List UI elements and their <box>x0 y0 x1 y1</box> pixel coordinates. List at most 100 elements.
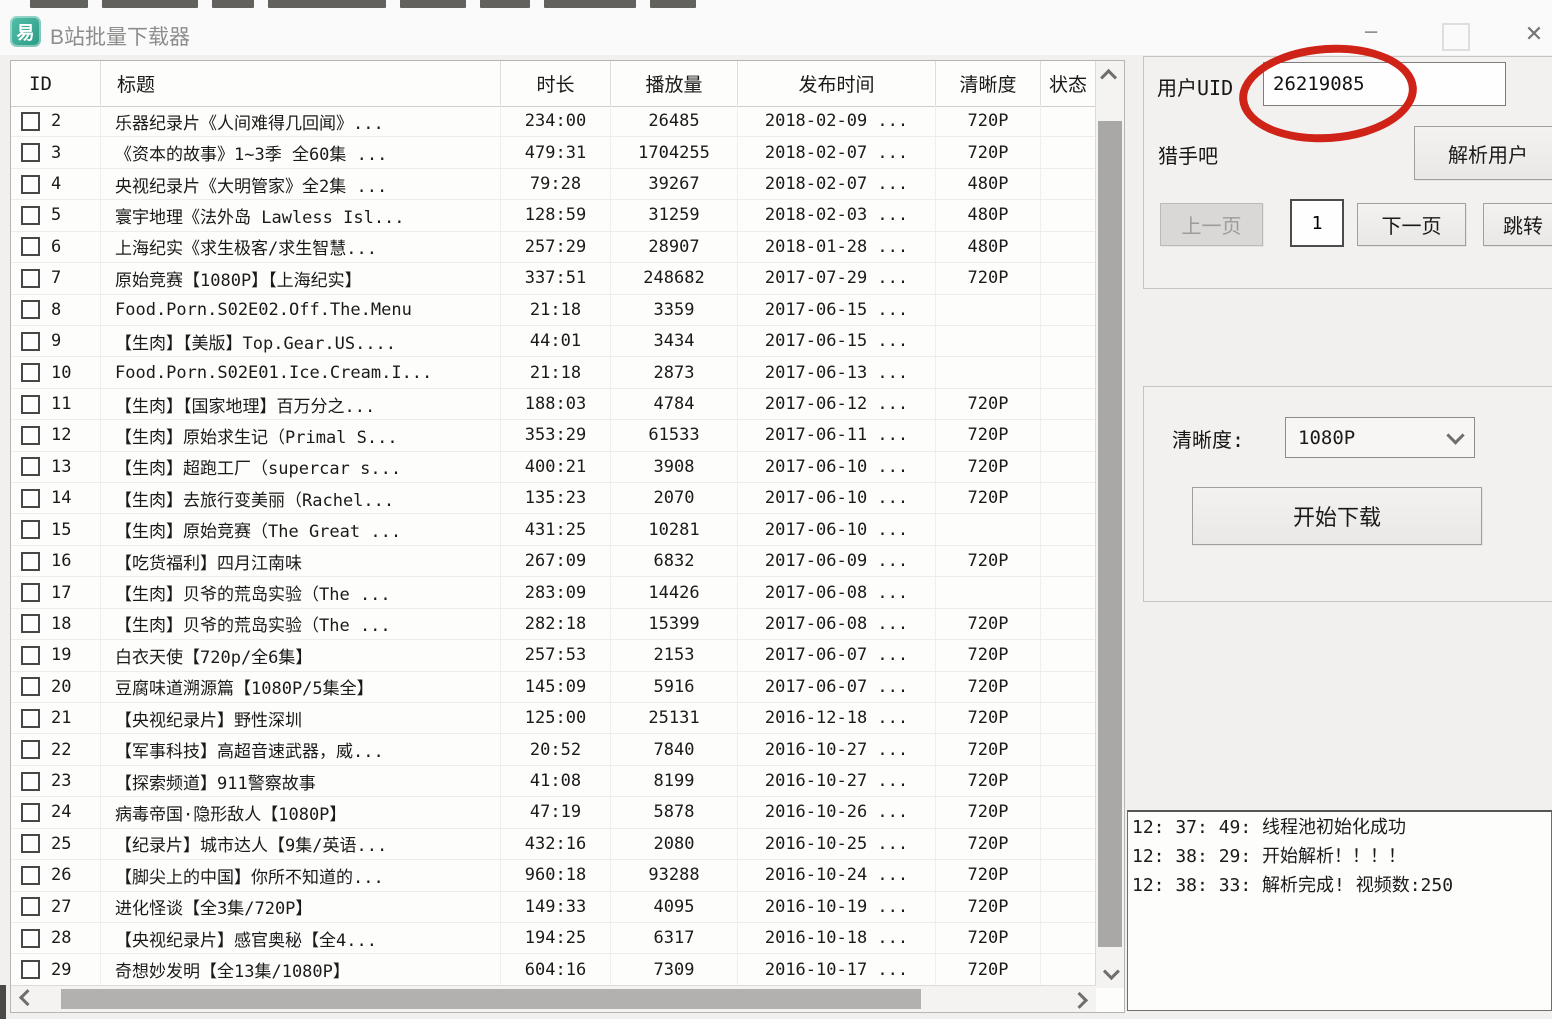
jump-page-button[interactable]: 跳转 <box>1483 203 1552 246</box>
row-status <box>1041 514 1096 544</box>
row-duration: 432:16 <box>501 829 611 859</box>
table-row[interactable]: 27进化怪谈【全3集/720P】149:3340952016-10-19 ...… <box>11 892 1096 923</box>
row-checkbox[interactable] <box>21 677 40 696</box>
row-plays: 14426 <box>611 577 738 607</box>
row-checkbox[interactable] <box>21 395 40 414</box>
row-date: 2017-06-08 ... <box>738 609 936 639</box>
row-checkbox[interactable] <box>21 740 40 759</box>
row-id: 8 <box>51 300 61 320</box>
row-checkbox[interactable] <box>21 709 40 728</box>
table-row[interactable]: 17【生肉】贝爷的荒岛实验（The ...283:09144262017-06-… <box>11 577 1096 608</box>
uid-input[interactable] <box>1263 62 1506 106</box>
row-checkbox[interactable] <box>21 520 40 539</box>
prev-page-button[interactable]: 上一页 <box>1160 203 1263 246</box>
row-checkbox[interactable] <box>21 175 40 194</box>
table-row[interactable]: 13【生肉】超跑工厂（supercar s...400:2139082017-0… <box>11 452 1096 483</box>
row-checkbox[interactable] <box>21 772 40 791</box>
row-checkbox[interactable] <box>21 866 40 885</box>
row-checkbox[interactable] <box>21 237 40 256</box>
horizontal-scrollbar-thumb[interactable] <box>61 989 921 1009</box>
scroll-down-button[interactable] <box>1096 958 1124 988</box>
row-checkbox[interactable] <box>21 583 40 602</box>
table-row[interactable]: 6上海纪实《求生极客/求生智慧...257:29289072018-01-28 … <box>11 232 1096 263</box>
row-id-cell: 17 <box>11 577 101 607</box>
table-row[interactable]: 8Food.Porn.S02E02.Off.The.Menu21:1833592… <box>11 295 1096 326</box>
table-row[interactable]: 19白衣天使【720p/全6集】257:5321532017-06-07 ...… <box>11 640 1096 671</box>
column-header[interactable]: ID <box>11 61 101 106</box>
row-checkbox[interactable] <box>21 552 40 571</box>
row-status <box>1041 483 1096 513</box>
table-row[interactable]: 14【生肉】去旅行变美丽（Rachel...135:2320702017-06-… <box>11 483 1096 514</box>
table-row[interactable]: 9【生肉】【美版】Top.Gear.US....44:0134342017-06… <box>11 326 1096 357</box>
resolution-dropdown[interactable]: 1080P <box>1285 417 1475 458</box>
table-row[interactable]: 4央视纪录片《大明管家》全2集 ...79:28392672018-02-07 … <box>11 169 1096 200</box>
row-plays: 248682 <box>611 263 738 293</box>
table-row[interactable]: 24病毒帝国·隐形敌人【1080P】47:1958782016-10-26 ..… <box>11 797 1096 828</box>
log-output[interactable]: 12: 37: 49: 线程池初始化成功12: 38: 29: 开始解析！！！！… <box>1127 810 1552 1011</box>
row-checkbox[interactable] <box>21 269 40 288</box>
scroll-up-button[interactable] <box>1096 61 1124 91</box>
parse-user-button[interactable]: 解析用户 <box>1414 126 1552 180</box>
table-row[interactable]: 11【生肉】【国家地理】百万分之...188:0347842017-06-12 … <box>11 389 1096 420</box>
table-row[interactable]: 16【吃货福利】四月江南味267:0968322017-06-09 ...720… <box>11 546 1096 577</box>
next-page-button[interactable]: 下一页 <box>1357 203 1466 246</box>
column-header[interactable]: 清晰度 <box>936 61 1041 106</box>
table-row[interactable]: 26【脚尖上的中国】你所不知道的...960:18932882016-10-24… <box>11 860 1096 891</box>
row-checkbox[interactable] <box>21 112 40 131</box>
vertical-scrollbar[interactable] <box>1095 61 1124 988</box>
table-row[interactable]: 2乐器纪录片《人间难得几回闻》...234:00264852018-02-09 … <box>11 106 1096 137</box>
minimize-button[interactable]: ─ <box>1348 17 1394 47</box>
row-checkbox[interactable] <box>21 332 40 351</box>
table-row[interactable]: 23【探索频道】911警察故事41:0881992016-10-27 ...72… <box>11 766 1096 797</box>
row-checkbox[interactable] <box>21 834 40 853</box>
horizontal-scrollbar[interactable] <box>11 985 1096 1012</box>
row-checkbox[interactable] <box>21 143 40 162</box>
maximize-button[interactable] <box>1442 23 1470 51</box>
table-row[interactable]: 20豆腐味道溯源篇【1080P/5集全】145:0959162017-06-07… <box>11 672 1096 703</box>
row-checkbox[interactable] <box>21 646 40 665</box>
table-row[interactable]: 10Food.Porn.S02E01.Ice.Cream.I...21:1828… <box>11 357 1096 388</box>
row-checkbox[interactable] <box>21 206 40 225</box>
row-checkbox[interactable] <box>21 960 40 979</box>
row-checkbox[interactable] <box>21 614 40 633</box>
row-id-cell: 4 <box>11 169 101 199</box>
column-header[interactable]: 播放量 <box>611 61 738 106</box>
row-checkbox[interactable] <box>21 457 40 476</box>
row-checkbox[interactable] <box>21 929 40 948</box>
row-id: 12 <box>51 425 71 445</box>
vertical-scrollbar-thumb[interactable] <box>1098 121 1122 947</box>
close-button[interactable]: ✕ <box>1514 15 1552 49</box>
row-plays: 6832 <box>611 546 738 576</box>
row-checkbox[interactable] <box>21 300 40 319</box>
row-id-cell: 22 <box>11 734 101 764</box>
row-checkbox[interactable] <box>21 803 40 822</box>
column-header[interactable]: 状态 <box>1041 61 1096 106</box>
table-row[interactable]: 28【央视纪录片】感官奥秘【全4...194:2563172016-10-18 … <box>11 923 1096 954</box>
row-checkbox[interactable] <box>21 426 40 445</box>
table-row[interactable]: 22【军事科技】高超音速武器，威...20:5278402016-10-27 .… <box>11 734 1096 765</box>
row-status <box>1041 169 1096 199</box>
table-row[interactable]: 15【生肉】原始竞赛（The Great ...431:25102812017-… <box>11 514 1096 545</box>
scroll-left-button[interactable] <box>11 986 41 1012</box>
page-number-input[interactable] <box>1290 199 1344 247</box>
row-checkbox[interactable] <box>21 489 40 508</box>
row-checkbox[interactable] <box>21 363 40 382</box>
table-row[interactable]: 25【纪录片】城市达人【9集/英语...432:1620802016-10-25… <box>11 829 1096 860</box>
column-header[interactable]: 发布时间 <box>738 61 936 106</box>
row-checkbox[interactable] <box>21 897 40 916</box>
row-duration: 960:18 <box>501 860 611 890</box>
row-id: 27 <box>51 897 71 917</box>
table-row[interactable]: 5寰宇地理《法外岛 Lawless Isl...128:59312592018-… <box>11 200 1096 231</box>
column-header[interactable]: 标题 <box>101 61 501 106</box>
table-row[interactable]: 18【生肉】贝爷的荒岛实验（The ...282:18153992017-06-… <box>11 609 1096 640</box>
table-row[interactable]: 29奇想妙发明【全13集/1080P】604:1673092016-10-17 … <box>11 954 1096 985</box>
scroll-right-button[interactable] <box>1066 986 1096 1012</box>
column-header[interactable]: 时长 <box>501 61 611 106</box>
table-row[interactable]: 7原始竞赛【1080P】【上海纪实】337:512486822017-07-29… <box>11 263 1096 294</box>
start-download-button[interactable]: 开始下载 <box>1192 487 1482 545</box>
table-row[interactable]: 12【生肉】原始求生记（Primal S...353:29615332017-0… <box>11 420 1096 451</box>
table-row[interactable]: 21【央视纪录片】野性深圳125:00251312016-12-18 ...72… <box>11 703 1096 734</box>
table-row[interactable]: 3《资本的故事》1~3季 全60集 ...479:3117042552018-0… <box>11 137 1096 168</box>
row-title: 【生肉】贝爷的荒岛实验（The ... <box>101 609 501 639</box>
row-date: 2018-02-03 ... <box>738 200 936 230</box>
